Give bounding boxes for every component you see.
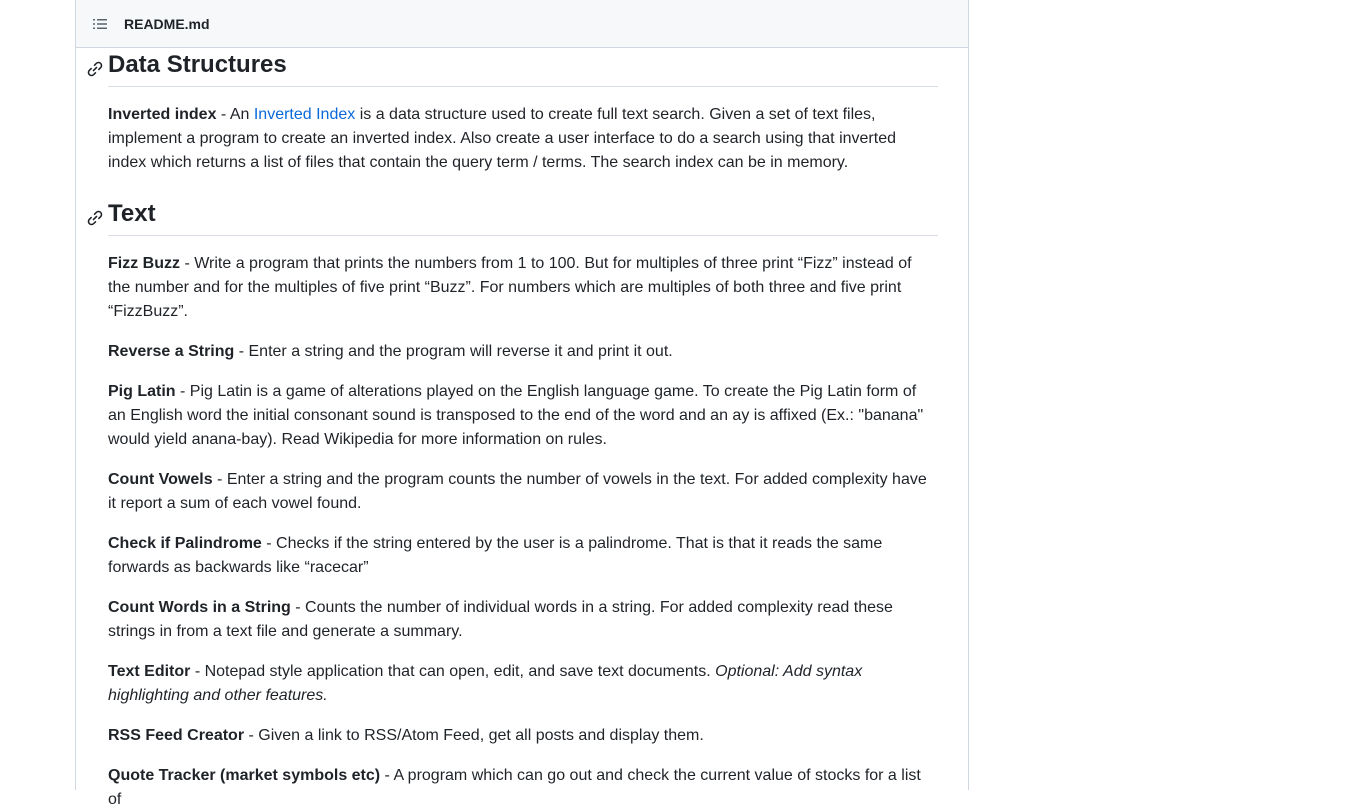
inverted-index-link[interactable]: Inverted Index	[254, 106, 355, 123]
list-item: Reverse a String - Enter a string and th…	[108, 340, 938, 364]
heading-text: Data Structures	[108, 51, 287, 78]
item-title: Quote Tracker (market symbols etc)	[108, 767, 381, 784]
item-title: Text Editor	[108, 663, 191, 680]
item-title: RSS Feed Creator	[108, 727, 245, 744]
file-name: README.md	[124, 16, 210, 32]
item-title: Count Vowels	[108, 471, 213, 488]
item-title: Check if Palindrome	[108, 535, 262, 552]
link-icon[interactable]	[86, 56, 104, 77]
list-unordered-icon[interactable]	[90, 14, 110, 34]
readme-container: README.md Data Structures Inverted index…	[75, 0, 969, 808]
list-item: Pig Latin - Pig Latin is a game of alter…	[108, 380, 938, 452]
item-description: - Enter a string and the program will re…	[234, 343, 673, 360]
markdown-body: Data Structures Inverted index - An Inve…	[87, 48, 938, 812]
list-item: Inverted index - An Inverted Index is a …	[108, 103, 938, 175]
list-item: Fizz Buzz - Write a program that prints …	[108, 252, 938, 324]
list-item: Count Vowels - Enter a string and the pr…	[108, 468, 938, 516]
item-description: - Enter a string and the program counts …	[108, 471, 927, 512]
item-description: - Given a link to RSS/Atom Feed, get all…	[244, 727, 704, 744]
list-item: Count Words in a String - Counts the num…	[108, 596, 938, 644]
item-title: Fizz Buzz	[108, 255, 180, 272]
heading-text: Text	[108, 200, 156, 227]
heading-text-section: Text	[87, 199, 938, 236]
list-item: Check if Palindrome - Checks if the stri…	[108, 532, 938, 580]
item-separator: - An	[216, 106, 254, 123]
readme-header: README.md	[76, 0, 968, 48]
heading-data-structures: Data Structures	[87, 50, 938, 87]
item-description: - Write a program that prints the number…	[108, 255, 912, 320]
item-title: Count Words in a String	[108, 599, 291, 616]
item-title: Inverted index	[108, 106, 217, 123]
link-icon[interactable]	[86, 205, 104, 226]
item-description: - Notepad style application that can ope…	[190, 663, 716, 680]
item-description: - Pig Latin is a game of alterations pla…	[108, 383, 924, 448]
list-item: Text Editor - Notepad style application …	[108, 660, 938, 708]
list-item: RSS Feed Creator - Given a link to RSS/A…	[108, 724, 938, 748]
item-title: Reverse a String	[108, 343, 235, 360]
list-item: Quote Tracker (market symbols etc) - A p…	[108, 764, 938, 812]
item-title: Pig Latin	[108, 383, 176, 400]
